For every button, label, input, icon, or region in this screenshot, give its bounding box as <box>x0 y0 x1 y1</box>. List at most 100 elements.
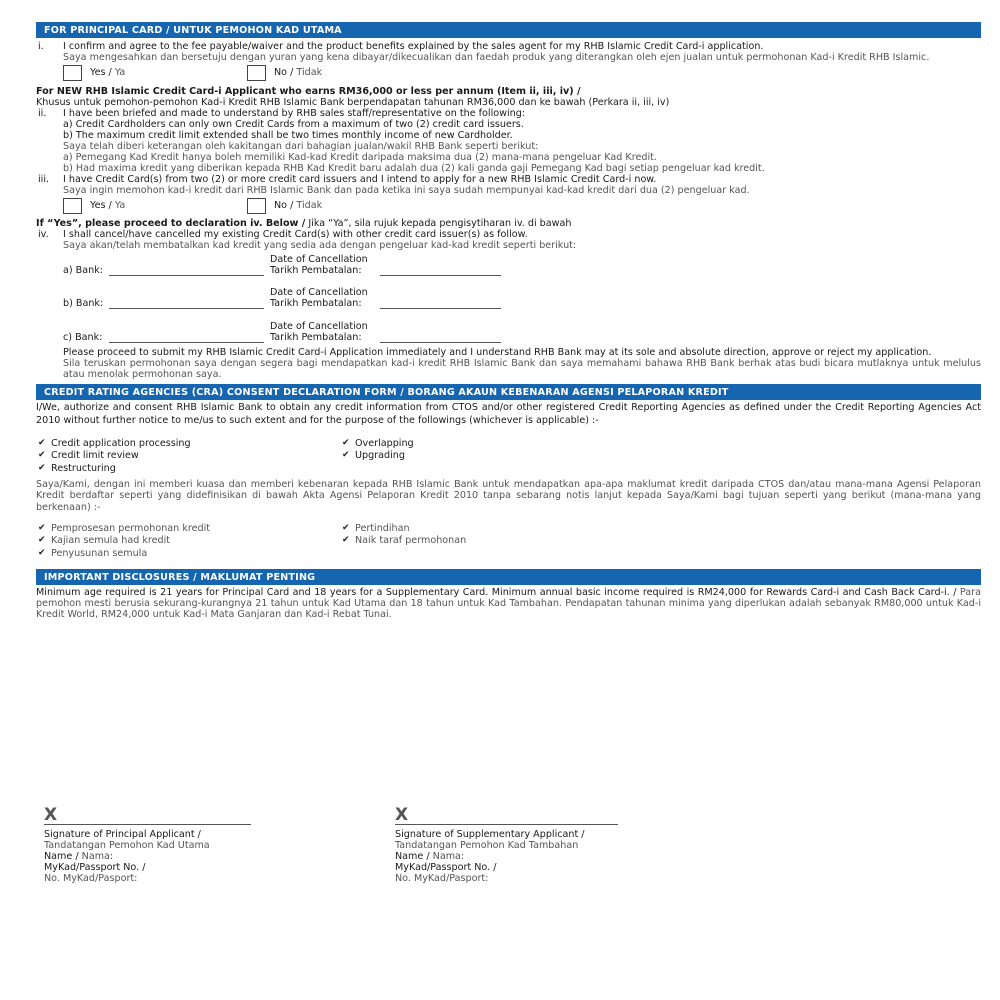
principal-signature-title-en: Signature of Principal Applicant / <box>44 829 201 840</box>
declaration-i-english: I confirm and agree to the fee payable/w… <box>63 41 764 52</box>
principal-card-header: FOR PRINCIPAL CARD / UNTUK PEMOHON KAD U… <box>36 22 981 38</box>
cancellation-date-field-a[interactable] <box>380 265 501 276</box>
purpose-item: ✔ Overlapping <box>342 437 642 450</box>
purpose-item: ✔ Upgrading <box>342 450 642 463</box>
purpose-label: Overlapping <box>355 437 414 449</box>
date-label-en: Date of Cancellation <box>270 321 368 332</box>
no-checkbox-iii[interactable] <box>247 197 266 214</box>
item-number: i. <box>38 41 44 52</box>
no-label-en: No / <box>274 67 294 78</box>
check-icon: ✔ <box>38 535 46 546</box>
no-checkbox-i[interactable] <box>247 64 266 81</box>
cancellation-date-field-b[interactable] <box>380 298 501 309</box>
declaration-iv: iv. I shall cancel/have cancelled my exi… <box>36 229 981 251</box>
if-yes-english: If “Yes”, please proceed to declaration … <box>36 218 306 229</box>
if-yes-malay: Jika “Ya”, sila rujuk kepada pengisytiha… <box>308 218 572 229</box>
bank-label: a) Bank: <box>63 265 104 276</box>
bank-label: b) Bank: <box>63 298 104 309</box>
principal-signature-title-bm: Tandatangan Pemohon Kad Utama <box>44 840 210 851</box>
purpose-label: Pemprosesan permohonan kredit <box>51 522 211 534</box>
important-disclosures-header: IMPORTANT DISCLOSURES / MAKLUMAT PENTING <box>36 568 981 585</box>
purpose-item: ✔ Restructuring <box>38 462 342 475</box>
disclosures-english: Minimum age required is 21 years for Pri… <box>36 586 957 598</box>
purpose-label: Credit limit review <box>51 450 139 462</box>
check-icon: ✔ <box>342 450 350 461</box>
yes-checkbox-i[interactable] <box>63 64 82 81</box>
purpose-item: ✔ Pemprosesan permohonan kredit <box>38 522 342 535</box>
id-label-en: MyKad/Passport No. / <box>395 862 497 873</box>
supplementary-signature-title-bm: Tandatangan Pemohon Kad Tambahan <box>395 840 579 851</box>
bank-name-field-a[interactable] <box>109 265 264 276</box>
if-yes-instruction: If “Yes”, please proceed to declaration … <box>36 218 981 229</box>
cra-consent-english: I/We, authorize and consent RHB Islamic … <box>36 402 981 426</box>
proceed-malay: Sila teruskan permohonan saya dengan seg… <box>63 358 981 380</box>
date-label-bm: Tarikh Pembatalan: <box>270 332 362 343</box>
check-icon: ✔ <box>38 462 46 473</box>
supplementary-signature-line[interactable] <box>395 824 618 825</box>
purpose-item: ✔ Credit application processing <box>38 437 342 450</box>
purpose-item: ✔ Credit limit review <box>38 450 342 463</box>
declaration-iii-malay: Saya ingin memohon kad-i kredit dari RHB… <box>63 185 750 196</box>
new-applicant-note: For NEW RHB Islamic Credit Card-i Applic… <box>36 86 981 108</box>
id-label-bm: No. MyKad/Pasport: <box>395 873 489 884</box>
date-label-bm: Tarikh Pembatalan: <box>270 298 362 309</box>
name-label-en: Name / <box>395 851 430 862</box>
item-number: iii. <box>38 174 50 185</box>
supplementary-signature-block: X Signature of Supplementary Applicant /… <box>395 806 635 884</box>
cra-purpose-list-english: ✔ Credit application processing ✔ Overlapp… <box>38 437 981 475</box>
purpose-item: ✔ Penyusunan semula <box>38 547 342 560</box>
bank-name-field-c[interactable] <box>109 332 264 343</box>
yes-checkbox-iii[interactable] <box>63 197 82 214</box>
declaration-ii-english-b: b) The maximum credit limit extended sha… <box>63 130 513 141</box>
bank-label: c) Bank: <box>63 332 103 343</box>
purpose-label: Upgrading <box>355 450 405 462</box>
cancellation-date-label: Date of Cancellation Tarikh Pembatalan: <box>270 321 380 343</box>
new-applicant-english: For NEW RHB Islamic Credit Card-i Applic… <box>36 86 581 97</box>
declaration-iii-options: Yes / Ya No / Tidak <box>63 197 981 214</box>
declaration-iv-malay: Saya akan/telah membatalkan kad kredit y… <box>63 240 577 251</box>
new-applicant-malay: Khusus untuk pemohon-pemohon Kad-i Kredi… <box>36 97 670 108</box>
purpose-label: Penyusunan semula <box>51 547 148 559</box>
date-label-en: Date of Cancellation <box>270 287 368 298</box>
purpose-label: Pertindihan <box>355 522 410 534</box>
proceed-statement: Please proceed to submit my RHB Islamic … <box>63 347 981 380</box>
signature-mark: X <box>395 805 409 825</box>
purpose-item: ✔ Kajian semula had kredit <box>38 535 342 548</box>
item-number: ii. <box>38 108 47 119</box>
cra-consent-header: CREDIT RATING AGENCIES (CRA) CONSENT DEC… <box>36 384 981 400</box>
declaration-ii: ii. I have been briefed and made to unde… <box>36 108 981 174</box>
cancellation-date-label: Date of Cancellation Tarikh Pembatalan: <box>270 287 380 309</box>
declaration-ii-malay-a: a) Pemegang Kad Kredit hanya boleh memil… <box>63 152 657 163</box>
declaration-iii-english: I have Credit Card(s) from two (2) or mo… <box>63 174 657 185</box>
declaration-ii-malay: Saya telah diberi keterangan oleh kakita… <box>63 141 539 152</box>
no-label-bm: Tidak <box>296 67 323 78</box>
principal-signature-block: X Signature of Principal Applicant / Tan… <box>44 806 284 884</box>
name-label-bm: Nama: <box>432 851 465 862</box>
date-label-en: Date of Cancellation <box>270 254 368 265</box>
declaration-iv-english: I shall cancel/have cancelled my existin… <box>63 229 528 240</box>
cancellation-date-field-c[interactable] <box>380 332 501 343</box>
cancellation-date-label: Date of Cancellation Tarikh Pembatalan: <box>270 254 380 276</box>
principal-signature-line[interactable] <box>44 824 251 825</box>
bank-row-a: a) Bank: Date of Cancellation Tarikh Pem… <box>63 251 981 276</box>
check-icon: ✔ <box>38 547 46 558</box>
application-form-page: FOR PRINCIPAL CARD / UNTUK PEMOHON KAD U… <box>36 22 981 620</box>
bank-row-c: c) Bank: Date of Cancellation Tarikh Pem… <box>63 309 981 343</box>
no-label-bm: Tidak <box>296 200 323 211</box>
signature-mark: X <box>44 805 58 825</box>
purpose-label: Credit application processing <box>51 437 191 449</box>
disclosures-text: Minimum age required is 21 years for Pri… <box>36 587 981 620</box>
declaration-ii-malay-b: b) Had maxima kredit yang diberikan kepa… <box>63 163 765 174</box>
bank-name-field-b[interactable] <box>109 298 264 309</box>
no-label-en: No / <box>274 200 294 211</box>
check-icon: ✔ <box>342 437 350 448</box>
name-label-en: Name / <box>44 851 79 862</box>
purpose-label: Naik taraf permohonan <box>355 535 467 547</box>
id-label-en: MyKad/Passport No. / <box>44 862 146 873</box>
check-icon: ✔ <box>38 437 46 448</box>
bank-row-b: b) Bank: Date of Cancellation Tarikh Pem… <box>63 276 981 309</box>
declaration-ii-english-a: a) Credit Cardholders can only own Credi… <box>63 119 524 130</box>
declaration-i-options: Yes / Ya No / Tidak <box>63 64 981 81</box>
proceed-english: Please proceed to submit my RHB Islamic … <box>63 347 932 358</box>
declaration-ii-english: I have been briefed and made to understa… <box>63 108 526 119</box>
